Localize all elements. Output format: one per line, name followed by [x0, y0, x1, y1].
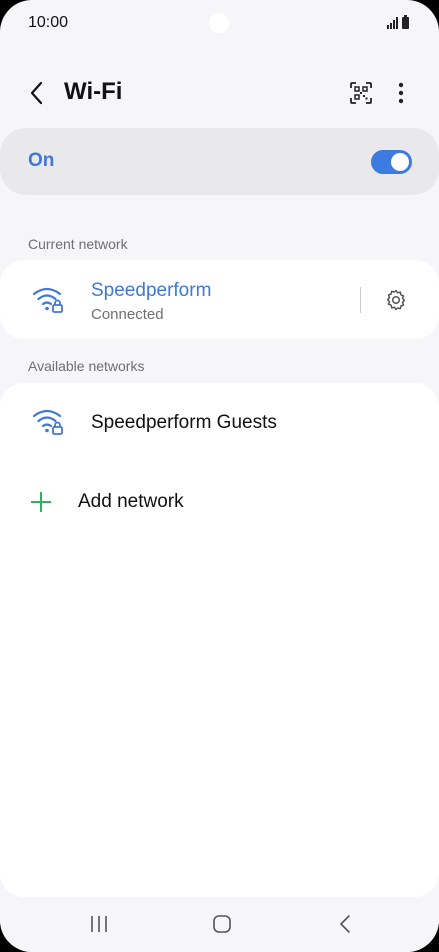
network-name: Speedperform Guests [91, 412, 277, 433]
back-nav-icon [340, 915, 350, 933]
switch-knob [391, 153, 409, 171]
battery-icon [402, 15, 409, 29]
status-icons [387, 15, 409, 29]
wifi-lock-icon [31, 284, 65, 314]
navigation-bar [0, 897, 439, 952]
more-options-button[interactable] [386, 76, 416, 110]
more-vertical-icon [398, 82, 404, 104]
page-title: Wi-Fi [64, 78, 123, 105]
signal-icon [387, 17, 398, 29]
network-settings-button[interactable] [381, 285, 411, 315]
home-icon [213, 915, 231, 933]
list-item[interactable]: Speedperform Guests [0, 398, 439, 448]
wifi-lock-icon [31, 406, 65, 436]
section-label-available-networks: Available networks [28, 358, 145, 374]
nav-back-button[interactable] [325, 911, 365, 937]
section-label-current-network: Current network [28, 236, 128, 252]
current-network-name[interactable]: Speedperform [91, 280, 211, 302]
add-network-button[interactable]: Add network [0, 478, 439, 528]
screen: 10:00 Wi-Fi On Current network Speedperf… [0, 0, 439, 952]
current-network-status: Connected [91, 306, 164, 323]
available-networks-card [0, 383, 439, 897]
recent-apps-icon [91, 916, 107, 932]
divider [360, 287, 361, 313]
status-time: 10:00 [28, 14, 69, 31]
current-network-card [0, 260, 439, 339]
recent-apps-button[interactable] [79, 911, 119, 937]
status-bar: 10:00 [0, 0, 439, 48]
add-network-label: Add network [78, 491, 184, 512]
wifi-toggle-switch[interactable] [371, 150, 412, 174]
gear-icon [386, 289, 406, 311]
wifi-toggle-label: On [28, 150, 55, 171]
back-button[interactable] [20, 76, 54, 110]
home-button[interactable] [202, 911, 242, 937]
qr-code-icon [350, 82, 372, 104]
camera-cutout [209, 13, 229, 33]
qr-code-button[interactable] [344, 76, 378, 110]
app-header: Wi-Fi [0, 70, 439, 116]
chevron-left-icon [30, 81, 43, 105]
plus-icon [31, 492, 51, 512]
